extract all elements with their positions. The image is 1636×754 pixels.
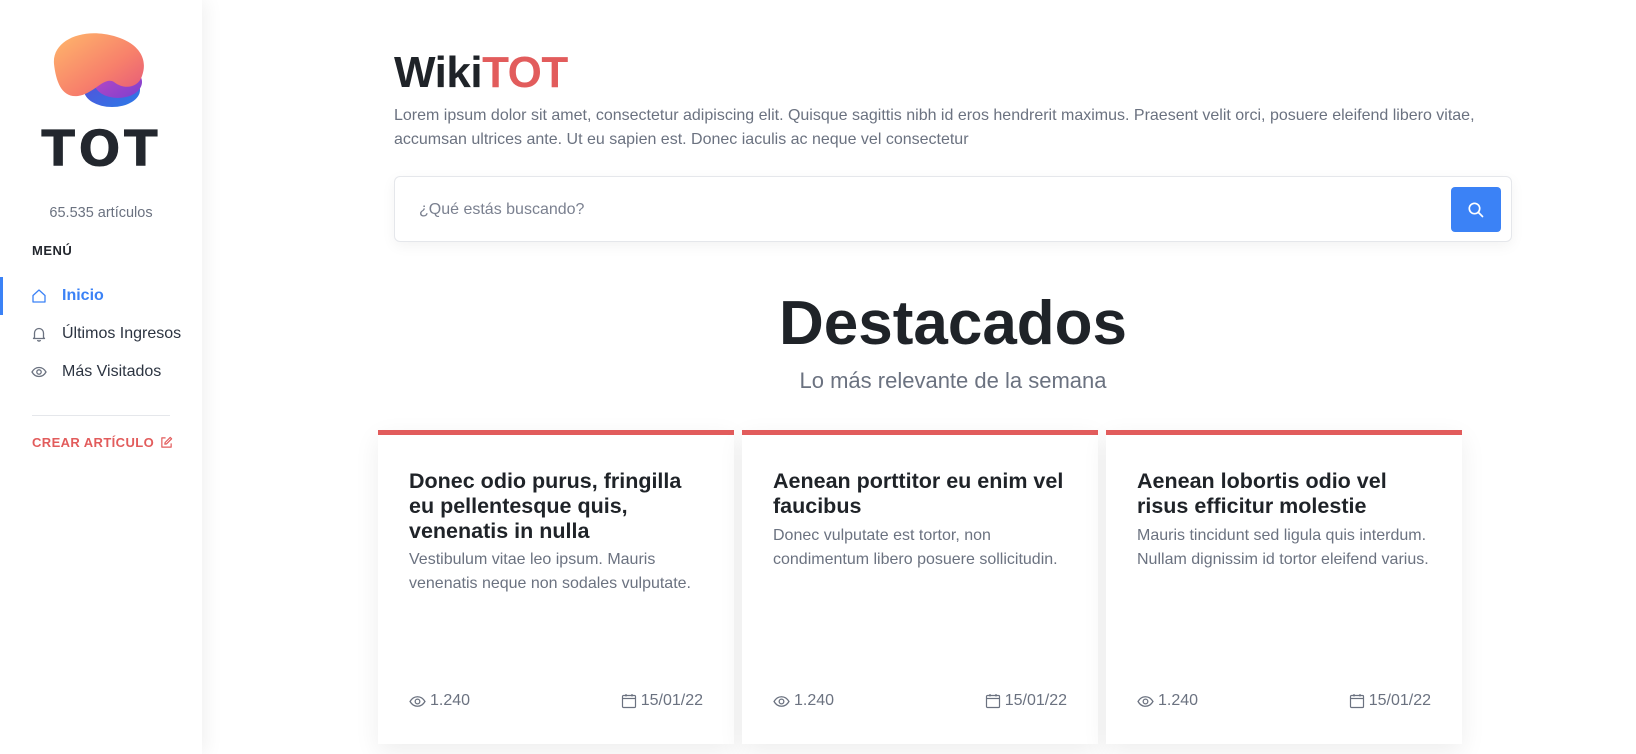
sidebar-item-mas-visitados[interactable]: Más Visitados [0,353,202,391]
card-description: Vestibulum vitae leo ipsum. Mauris venen… [409,551,691,592]
create-article-label: CREAR ARTÍCULO [32,435,155,450]
eye-icon [1137,693,1154,710]
calendar-icon [1349,693,1365,709]
logo-icon[interactable] [48,30,152,110]
card-title: Aenean lobortis odio vel risus efficitur… [1137,469,1387,518]
home-icon [31,288,47,304]
featured-card[interactable]: Donec odio purus, fringilla eu pellentes… [378,430,734,744]
search-icon [1467,201,1485,219]
create-article-link[interactable]: CREAR ARTÍCULO [32,435,173,450]
calendar-icon [621,693,637,709]
card-date-value: 15/01/22 [1368,692,1431,709]
sidebar-item-inicio[interactable]: Inicio [0,277,202,315]
card-views: 1.240 [409,692,470,710]
main-content: WikiTOT Lorem ipsum dolor sit amet, cons… [202,0,1636,754]
card-views-value: 1.240 [430,692,471,709]
card-views: 1.240 [1137,692,1198,710]
intro-text: Lorem ipsum dolor sit amet, consectetur … [394,107,1475,148]
search-input[interactable] [419,195,1419,225]
featured-card[interactable]: Aenean lobortis odio vel risus efficitur… [1106,430,1462,744]
page-title-part2: TOT [482,48,568,97]
featured-card[interactable]: Aenean porttitor eu enim vel faucibus Do… [742,430,1098,744]
sidebar-item-ultimos-ingresos[interactable]: Últimos Ingresos [0,315,202,353]
logo-text: TOT [41,120,161,178]
search-bar [394,176,1512,242]
sidebar-item-label: Inicio [62,287,104,304]
sidebar-divider [32,415,170,416]
card-date: 15/01/22 [1349,692,1431,710]
card-title: Aenean porttitor eu enim vel faucibus [773,469,1064,518]
sidebar-item-label: Más Visitados [62,363,162,380]
eye-icon [409,693,426,710]
page-title: WikiTOT [394,48,568,98]
card-views-value: 1.240 [1158,692,1199,709]
card-title: Donec odio purus, fringilla eu pellentes… [409,469,682,543]
card-views-value: 1.240 [794,692,835,709]
menu-heading: MENÚ [32,243,73,258]
featured-subtitle: Lo más relevante de la semana [799,368,1107,393]
card-date-value: 15/01/22 [640,692,703,709]
card-description: Donec vulputate est tortor, non condimen… [773,527,1058,568]
eye-icon [31,364,47,380]
card-views: 1.240 [773,692,834,710]
edit-icon [160,436,173,449]
featured-title: Destacados [778,289,1128,358]
card-date: 15/01/22 [621,692,703,710]
card-date-value: 15/01/22 [1004,692,1067,709]
card-description: Mauris tincidunt sed ligula quis interdu… [1137,527,1429,568]
card-date: 15/01/22 [985,692,1067,710]
eye-icon [773,693,790,710]
sidebar: TOT 65.535 artículos MENÚ Inicio Últimos… [0,0,202,754]
sidebar-item-label: Últimos Ingresos [62,325,182,342]
bell-icon [31,326,47,342]
calendar-icon [985,693,1001,709]
search-button[interactable] [1451,187,1501,232]
article-count: 65.535 artículos [49,205,153,221]
page-title-part1: Wiki [394,48,483,97]
